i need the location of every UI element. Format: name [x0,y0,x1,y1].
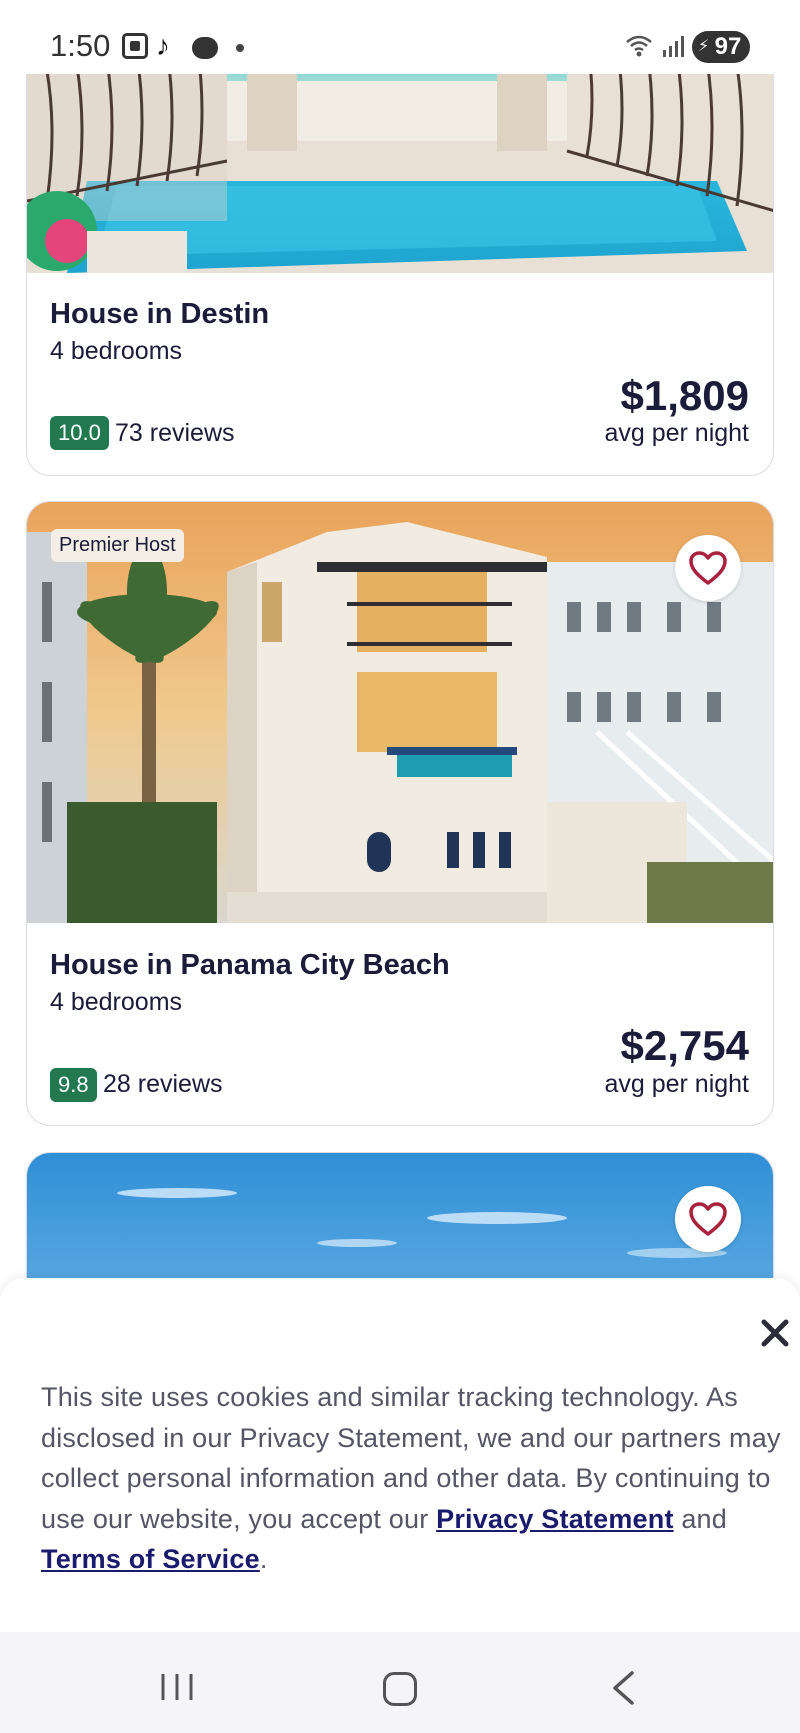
cookie-text-middle: and [673,1503,727,1534]
status-bar: 1:50 ♪ 97 [0,0,800,74]
rating-badge: 9.8 [50,1068,97,1102]
status-time: 1:50 [50,28,111,63]
listing-photo [27,502,773,923]
review-count: 28 reviews [103,1070,223,1098]
cookie-message: This site uses cookies and similar track… [41,1377,793,1580]
listing-price: $1,809 [620,372,749,419]
close-icon[interactable] [759,1317,791,1349]
pool-photo [27,41,773,273]
listing-card[interactable]: Premier Host House in Panama City Beach … [26,501,774,1126]
price-note: avg per night [604,1070,749,1098]
listing-title: House in Destin [50,298,270,330]
cookie-banner: This site uses cookies and similar track… [0,1278,800,1632]
heart-outline-icon [689,1202,727,1236]
recents-icon[interactable] [160,1672,194,1702]
price-note: avg per night [604,419,749,447]
listing-bedrooms: 4 bedrooms [50,337,183,365]
listing-card[interactable]: House in Destin 4 bedrooms $1,809 10.0 7… [26,40,774,476]
heart-outline-icon [689,551,727,585]
system-nav-bar [0,1632,800,1733]
privacy-statement-link[interactable]: Privacy Statement [436,1504,674,1534]
listing-photo [27,41,773,273]
wifi-icon [626,35,652,57]
battery-icon: 97 [692,31,750,63]
premier-host-badge: Premier Host [51,529,184,562]
terms-of-service-link[interactable]: Terms of Service [41,1544,260,1574]
cookie-text-after: . [259,1544,268,1574]
house-photo [27,502,773,923]
screenshot-icon [122,33,148,59]
back-icon[interactable] [610,1670,636,1706]
tiktok-icon: ♪ [156,30,170,61]
home-icon[interactable] [383,1672,417,1706]
listing-price: $2,754 [620,1022,749,1069]
favorite-button[interactable] [675,1186,741,1252]
rating-badge: 10.0 [50,416,109,450]
signal-icon [663,36,684,57]
chat-icon [192,37,218,59]
review-count: 73 reviews [115,419,235,447]
dot-icon [236,44,244,52]
listing-bedrooms: 4 bedrooms [50,988,183,1016]
listing-title: House in Panama City Beach [50,949,450,981]
favorite-button[interactable] [675,535,741,601]
